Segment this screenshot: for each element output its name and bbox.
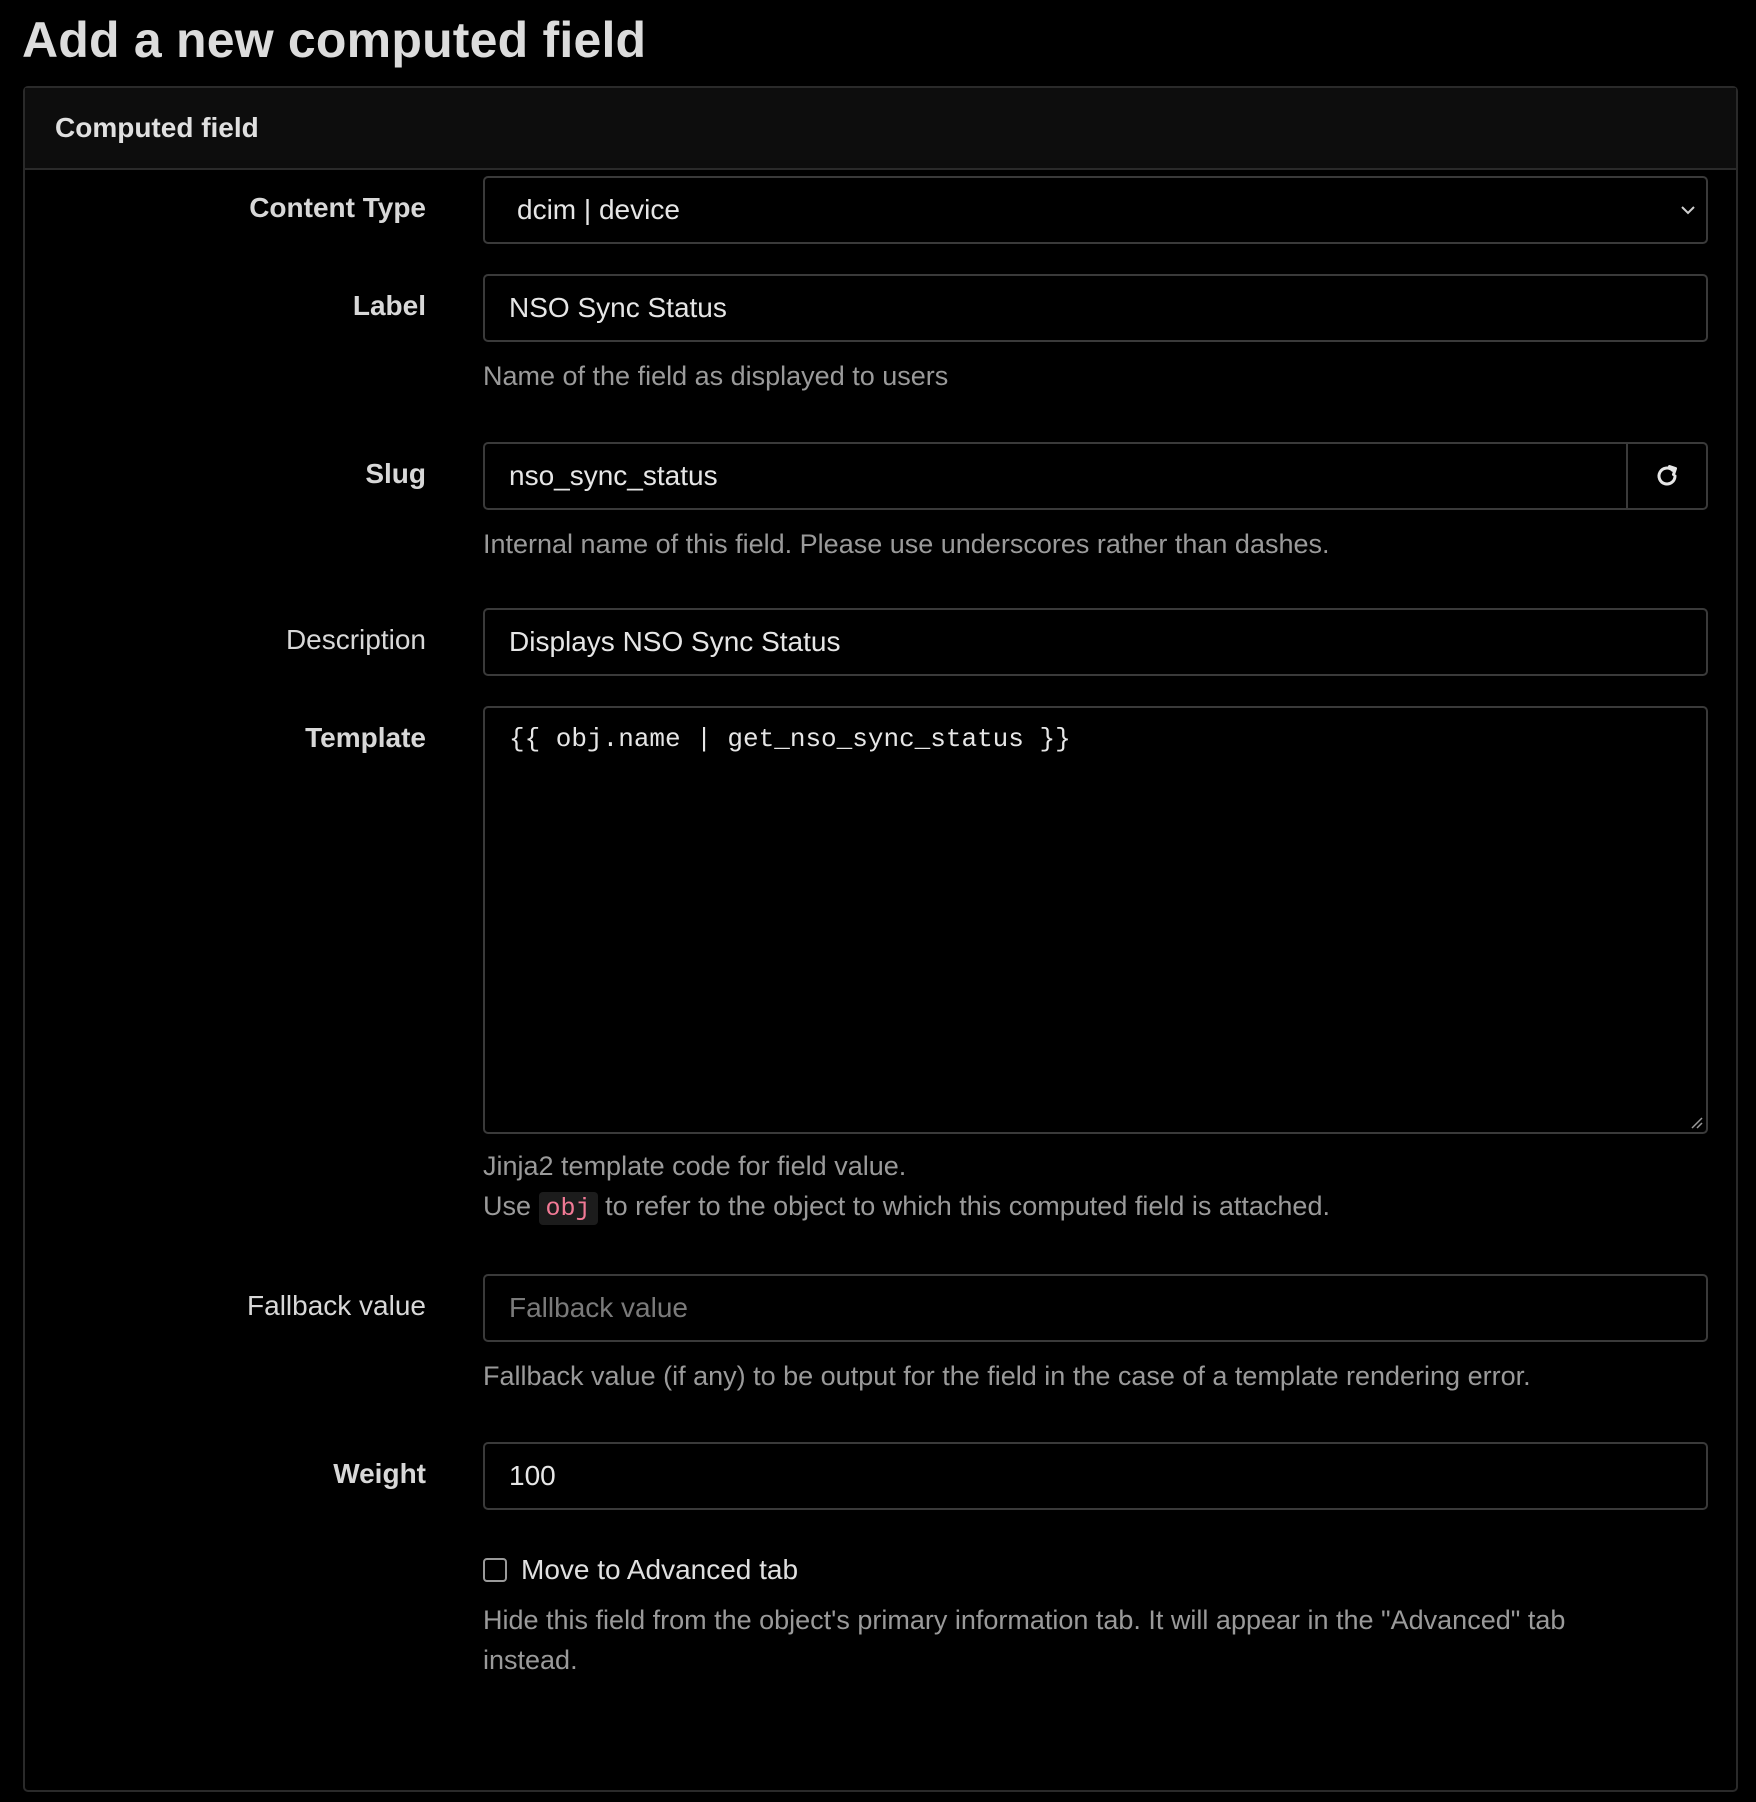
slug-help: Internal name of this field. Please use …: [483, 529, 1330, 559]
slug-input-group: nso_sync_status: [483, 442, 1708, 510]
fallback-value-placeholder: Fallback value: [509, 1292, 688, 1323]
content-type-select[interactable]: dcim | device: [483, 176, 1708, 244]
fallback-value-input[interactable]: Fallback value: [483, 1274, 1708, 1342]
description-label: Description: [285, 624, 426, 655]
weight-row: Weight 100: [25, 1442, 1736, 1510]
template-textarea-value: {{ obj.name | get_nso_sync_status }}: [509, 724, 1071, 754]
slug-row: Slug nso_sync_status Internal name of th…: [25, 442, 1736, 559]
template-help-line2: Use obj to refer to the object to which …: [483, 1186, 1330, 1229]
obj-code: obj: [538, 1192, 598, 1225]
label-input[interactable]: NSO Sync Status: [483, 274, 1708, 342]
advanced-ui-row: Move to Advanced tab: [483, 1554, 798, 1586]
template-label: Template: [305, 722, 426, 753]
content-type-value: dcim | device: [517, 194, 680, 225]
slug-label: Slug: [365, 458, 426, 489]
template-row: Template {{ obj.name | get_nso_sync_stat…: [25, 706, 1736, 1246]
description-input-value: Displays NSO Sync Status: [509, 626, 841, 657]
template-help-line1: Jinja2 template code for field value.: [483, 1151, 907, 1181]
resize-grip-icon[interactable]: [1688, 1114, 1704, 1130]
weight-input[interactable]: 100: [483, 1442, 1708, 1510]
refresh-icon: [1657, 465, 1677, 486]
advanced-ui-label[interactable]: Move to Advanced tab: [521, 1554, 798, 1586]
label-field-label: Label: [352, 290, 426, 321]
template-textarea[interactable]: {{ obj.name | get_nso_sync_status }}: [483, 706, 1708, 1134]
template-help-suffix: to refer to the object to which this com…: [605, 1191, 1330, 1221]
weight-label: Weight: [333, 1458, 426, 1489]
slug-input[interactable]: nso_sync_status: [483, 442, 1626, 510]
fallback-value-label: Fallback value: [247, 1290, 426, 1321]
label-row: Label NSO Sync Status Name of the field …: [25, 274, 1736, 391]
description-row: Description Displays NSO Sync Status: [25, 608, 1736, 676]
weight-input-value: 100: [509, 1460, 556, 1491]
label-input-value: NSO Sync Status: [509, 292, 727, 323]
slug-input-value: nso_sync_status: [509, 460, 718, 491]
label-help: Name of the field as displayed to users: [483, 361, 949, 391]
content-type-row: Content Type dcim | device: [25, 176, 1736, 244]
chevron-down-icon: [1681, 206, 1695, 215]
computed-field-panel: Computed field Content Type dcim | devic…: [23, 86, 1738, 1792]
fallback-value-row: Fallback value Fallback value Fallback v…: [25, 1274, 1736, 1391]
template-help-prefix: Use: [483, 1191, 532, 1221]
regenerate-slug-button[interactable]: [1626, 442, 1708, 510]
content-type-label: Content Type: [249, 192, 426, 223]
advanced-ui-help: Hide this field from the object's primar…: [483, 1605, 1566, 1675]
fallback-value-help: Fallback value (if any) to be output for…: [483, 1361, 1531, 1391]
panel-heading: Computed field: [25, 88, 1736, 170]
description-input[interactable]: Displays NSO Sync Status: [483, 608, 1708, 676]
advanced-ui-checkbox[interactable]: [483, 1558, 507, 1582]
page-title: Add a new computed field: [22, 12, 647, 68]
